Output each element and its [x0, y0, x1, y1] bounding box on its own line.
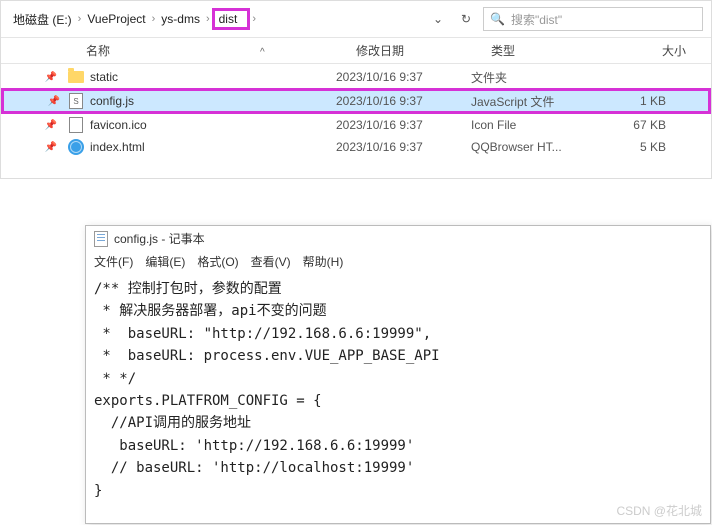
- pin-icon: 📌: [41, 72, 61, 83]
- menu-format[interactable]: 格式(O): [197, 253, 238, 270]
- chevron-down-icon: ⌄: [433, 12, 443, 26]
- html-file-icon: [66, 139, 86, 155]
- watermark: CSDN @花北城: [616, 502, 702, 519]
- search-input[interactable]: 🔍 搜索"dist": [483, 7, 703, 31]
- refresh-button[interactable]: ↻: [455, 8, 477, 30]
- file-row[interactable]: 📌 static 2023/10/16 9:37 文件夹: [1, 66, 711, 88]
- history-dropdown[interactable]: ⌄: [427, 8, 449, 30]
- breadcrumb-item[interactable]: ys-dms: [157, 10, 204, 28]
- notepad-content[interactable]: /** 控制打包时，参数的配置 * 解决服务器部署，api不变的问题 * bas…: [86, 274, 710, 506]
- search-placeholder: 搜索"dist": [511, 11, 562, 28]
- file-name: config.js: [86, 94, 336, 108]
- js-file-icon: S: [66, 93, 86, 109]
- file-date: 2023/10/16 9:37: [336, 118, 471, 132]
- col-header-date[interactable]: 修改日期: [356, 42, 491, 59]
- file-type: QQBrowser HT...: [471, 140, 606, 154]
- menu-edit[interactable]: 编辑(E): [145, 253, 185, 270]
- col-header-name[interactable]: 名称^: [86, 42, 356, 59]
- file-name: index.html: [86, 140, 336, 154]
- chevron-right-icon: ›: [204, 13, 212, 25]
- file-date: 2023/10/16 9:37: [336, 140, 471, 154]
- file-size: 5 KB: [606, 140, 666, 154]
- breadcrumb-root[interactable]: 地磁盘 (E:): [9, 9, 76, 30]
- breadcrumb-item[interactable]: VueProject: [83, 10, 149, 28]
- file-row[interactable]: 📌 index.html 2023/10/16 9:37 QQBrowser H…: [1, 136, 711, 158]
- notepad-menubar: 文件(F) 编辑(E) 格式(O) 查看(V) 帮助(H): [86, 251, 710, 274]
- file-type: Icon File: [471, 118, 606, 132]
- search-icon: 🔍: [490, 12, 505, 26]
- folder-icon: [66, 71, 86, 83]
- notepad-titlebar[interactable]: config.js - 记事本: [86, 226, 710, 251]
- file-name: favicon.ico: [86, 118, 336, 132]
- pin-icon: 📌: [44, 96, 64, 107]
- sort-indicator: ^: [260, 47, 265, 58]
- file-list: 📌 static 2023/10/16 9:37 文件夹 📌 S config.…: [1, 64, 711, 178]
- breadcrumb[interactable]: 地磁盘 (E:) › VueProject › ys-dms › dist ›: [9, 8, 258, 30]
- ico-file-icon: [66, 117, 86, 133]
- file-size: 67 KB: [606, 118, 666, 132]
- menu-file[interactable]: 文件(F): [94, 253, 133, 270]
- menu-view[interactable]: 查看(V): [251, 253, 291, 270]
- pin-icon: 📌: [41, 120, 61, 131]
- file-date: 2023/10/16 9:37: [336, 70, 471, 84]
- address-bar: 地磁盘 (E:) › VueProject › ys-dms › dist › …: [1, 1, 711, 38]
- refresh-icon: ↻: [461, 12, 471, 26]
- file-size: 1 KB: [606, 94, 666, 108]
- file-name: static: [86, 70, 336, 84]
- file-date: 2023/10/16 9:37: [336, 94, 471, 108]
- chevron-right-icon: ›: [250, 13, 258, 25]
- chevron-right-icon: ›: [150, 13, 158, 25]
- file-type: JavaScript 文件: [471, 93, 606, 110]
- chevron-right-icon: ›: [76, 13, 84, 25]
- notepad-title: config.js - 记事本: [114, 230, 205, 247]
- col-header-type[interactable]: 类型: [491, 42, 626, 59]
- file-type: 文件夹: [471, 69, 606, 86]
- breadcrumb-current[interactable]: dist: [212, 8, 251, 30]
- notepad-window: config.js - 记事本 文件(F) 编辑(E) 格式(O) 查看(V) …: [85, 225, 711, 524]
- file-explorer: 地磁盘 (E:) › VueProject › ys-dms › dist › …: [0, 0, 712, 179]
- file-row-selected[interactable]: 📌 S config.js 2023/10/16 9:37 JavaScript…: [1, 88, 711, 114]
- col-header-size[interactable]: 大小: [626, 42, 686, 59]
- notepad-icon: [94, 231, 108, 247]
- file-row[interactable]: 📌 favicon.ico 2023/10/16 9:37 Icon File …: [1, 114, 711, 136]
- pin-icon: 📌: [41, 142, 61, 153]
- column-headers: 名称^ 修改日期 类型 大小: [1, 38, 711, 64]
- menu-help[interactable]: 帮助(H): [303, 253, 344, 270]
